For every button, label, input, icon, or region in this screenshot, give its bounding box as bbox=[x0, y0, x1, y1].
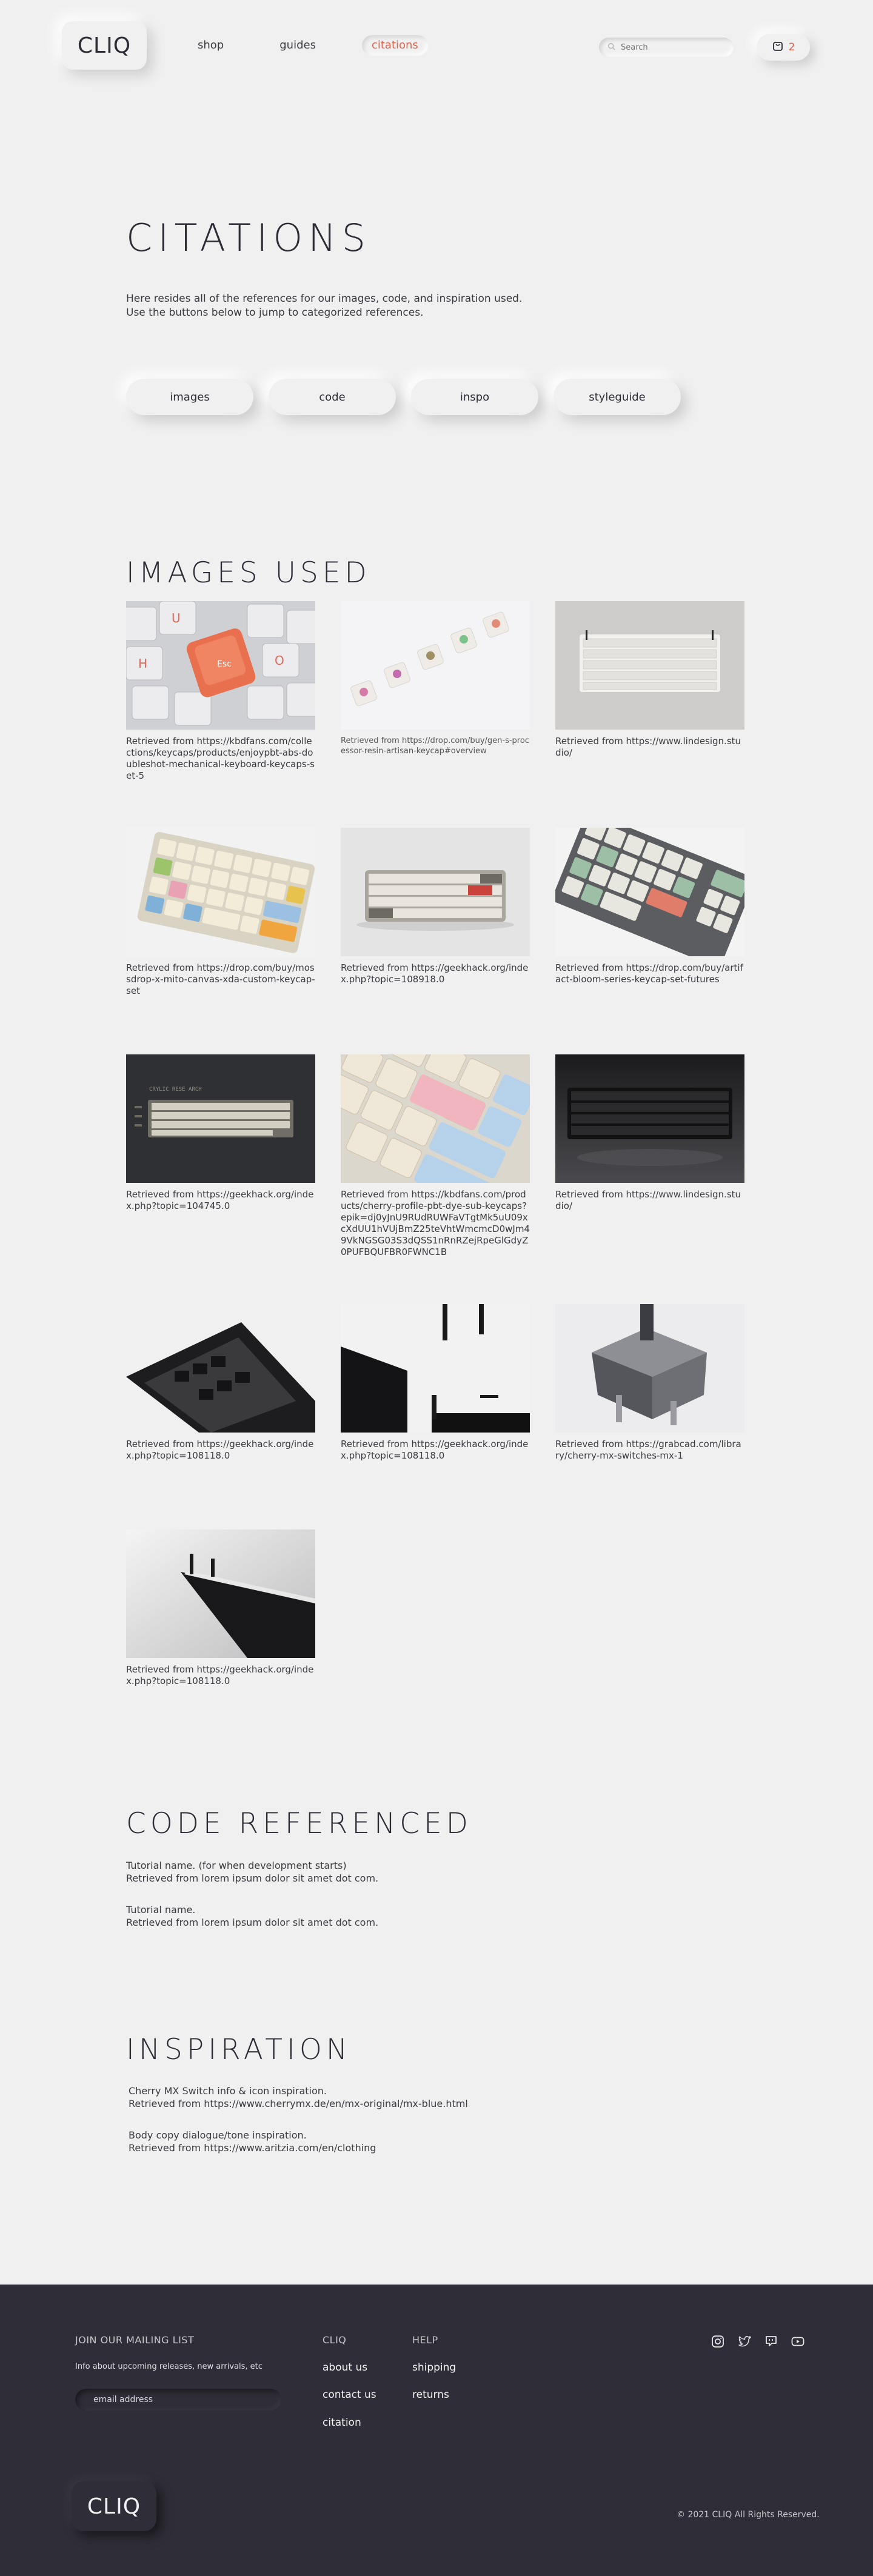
image-caption: Retrieved from https://geekhack.org/inde… bbox=[126, 1439, 314, 1461]
image-card: Retrieved from https://geekhack.org/inde… bbox=[341, 828, 530, 985]
image-caption: Retrieved from https://geekhack.org/inde… bbox=[126, 1189, 314, 1211]
about-us-link[interactable]: about us bbox=[323, 2361, 367, 2374]
code-entry-name: Tutorial name. bbox=[126, 1904, 196, 1915]
email-field[interactable] bbox=[75, 2389, 281, 2411]
artisan-keycap-photo[interactable] bbox=[341, 601, 530, 730]
code-button[interactable]: code bbox=[269, 379, 396, 415]
inspiration-entry: Cherry MX Switch info & icon inspiration… bbox=[129, 2085, 468, 2110]
mailing-list-text: Info about upcoming releases, new arriva… bbox=[75, 2362, 263, 2371]
image-caption: Retrieved from https://kbdfans.com/produ… bbox=[341, 1189, 530, 1257]
page-title: CITATIONS bbox=[126, 216, 371, 260]
image-card: Retrieved from https://drop.com/buy/gen-… bbox=[341, 601, 530, 756]
twitter-icon[interactable] bbox=[736, 2333, 753, 2350]
dark-render-photo[interactable]: CRYLIC RESE ARCH bbox=[126, 1054, 315, 1183]
chat-icon[interactable] bbox=[763, 2333, 780, 2350]
search-icon bbox=[607, 42, 616, 53]
image-caption: Retrieved from https://drop.com/buy/gen-… bbox=[341, 736, 529, 756]
plate-render-photo[interactable] bbox=[126, 1529, 315, 1658]
site-footer: JOIN OUR MAILING LIST Info about upcomin… bbox=[0, 2285, 873, 2576]
image-caption: Retrieved from https://drop.com/buy/moss… bbox=[126, 962, 315, 996]
image-card: Retrieved from https://www.lindesign.stu… bbox=[555, 1054, 744, 1212]
intro-text: Here resides all of the references for o… bbox=[126, 292, 522, 320]
bloom-keycaps-photo[interactable] bbox=[555, 828, 744, 956]
inspiration-entry-source: Retrieved from https://www.cherrymx.de/e… bbox=[129, 2098, 468, 2109]
image-card: Esc H O U Retrieved from https://kbdfans.c… bbox=[126, 601, 315, 782]
cherry-keycaps-photo[interactable] bbox=[341, 1054, 530, 1183]
code-entry-source: Retrieved from lorem ipsum dolor sit ame… bbox=[126, 1917, 379, 1928]
nav-shop[interactable]: shop bbox=[188, 35, 233, 56]
black-keyboard-photo[interactable] bbox=[555, 1054, 744, 1183]
shipping-link[interactable]: shipping bbox=[412, 2361, 456, 2374]
cart-count: 2 bbox=[788, 41, 795, 53]
nav-citations[interactable]: citations bbox=[361, 35, 428, 56]
footer-logo[interactable]: CLIQ bbox=[72, 2481, 156, 2531]
contact-us-link[interactable]: contact us bbox=[323, 2389, 376, 2401]
instagram-icon[interactable] bbox=[709, 2333, 726, 2350]
svg-text:CRYLIC RESE ARCH: CRYLIC RESE ARCH bbox=[149, 1087, 202, 1093]
jump-buttons: images code inspo styleguide bbox=[126, 379, 681, 415]
case-render-photo[interactable] bbox=[126, 1304, 315, 1433]
image-caption: Retrieved from https://www.lindesign.stu… bbox=[555, 736, 741, 758]
keyboard-photo[interactable] bbox=[555, 601, 744, 730]
logo[interactable]: CLIQ bbox=[62, 21, 147, 70]
retro-keyboard-photo[interactable] bbox=[341, 828, 530, 956]
image-caption: Retrieved from https://geekhack.org/inde… bbox=[341, 962, 529, 985]
image-caption: Retrieved from https://geekhack.org/inde… bbox=[126, 1664, 314, 1686]
keycap-photo[interactable]: Esc H O U bbox=[126, 601, 315, 730]
svg-text:H: H bbox=[138, 656, 147, 671]
code-entry-name: Tutorial name. (for when development sta… bbox=[126, 1860, 347, 1871]
images-section-title: IMAGES USED bbox=[126, 556, 371, 590]
site-header: CLIQ shop guides citations 2 bbox=[0, 0, 873, 91]
citation-link[interactable]: citation bbox=[323, 2417, 361, 2429]
code-entry-source: Retrieved from lorem ipsum dolor sit ame… bbox=[126, 1872, 379, 1884]
code-entry: Tutorial name. Retrieved from lorem ipsu… bbox=[126, 1903, 378, 1929]
image-card: Retrieved from https://www.lindesign.stu… bbox=[555, 601, 744, 759]
code-section-title: CODE REFERENCED bbox=[126, 1807, 472, 1840]
search-input[interactable] bbox=[621, 42, 724, 52]
footer-cliq-heading: CLIQ bbox=[323, 2334, 347, 2346]
cart-button[interactable]: 2 bbox=[757, 34, 810, 61]
intro-line-2: Use the buttons below to jump to categor… bbox=[126, 307, 424, 319]
images-button[interactable]: images bbox=[126, 379, 253, 415]
image-card: Retrieved from https://geekhack.org/inde… bbox=[126, 1304, 315, 1462]
inspiration-entry-name: Cherry MX Switch info & icon inspiration… bbox=[129, 2085, 327, 2097]
svg-text:O: O bbox=[275, 653, 284, 668]
main-nav: shop guides citations bbox=[188, 35, 464, 56]
image-card: Retrieved from https://drop.com/buy/arti… bbox=[555, 828, 744, 985]
image-card: Retrieved from https://geekhack.org/inde… bbox=[126, 1529, 315, 1687]
inspiration-section-title: INSPIRATION bbox=[126, 2033, 352, 2066]
search-bar[interactable] bbox=[599, 38, 734, 57]
code-entry: Tutorial name. (for when development sta… bbox=[126, 1859, 378, 1885]
image-caption: Retrieved from https://drop.com/buy/arti… bbox=[555, 962, 743, 985]
image-card: Retrieved from https://geekhack.org/inde… bbox=[341, 1304, 530, 1462]
inspiration-entry-name: Body copy dialogue/tone inspiration. bbox=[129, 2129, 307, 2141]
mx-switch-render-photo[interactable] bbox=[555, 1304, 744, 1433]
canvas-keycaps-photo[interactable] bbox=[126, 828, 315, 956]
image-card: Retrieved from https://grabcad.com/libra… bbox=[555, 1304, 744, 1462]
inspiration-entry: Body copy dialogue/tone inspiration. Ret… bbox=[129, 2129, 376, 2154]
image-caption: Retrieved from https://kbdfans.com/colle… bbox=[126, 736, 315, 781]
copyright-text: © 2021 CLIQ All Rights Reserved. bbox=[677, 2510, 820, 2520]
styleguide-button[interactable]: styleguide bbox=[554, 379, 681, 415]
intro-line-1: Here resides all of the references for o… bbox=[126, 293, 523, 305]
image-caption: Retrieved from https://grabcad.com/libra… bbox=[555, 1439, 741, 1461]
image-card: CRYLIC RESE ARCH Retrieved from https://… bbox=[126, 1054, 315, 1212]
returns-link[interactable]: returns bbox=[412, 2389, 449, 2401]
image-card: Retrieved from https://drop.com/buy/moss… bbox=[126, 828, 315, 997]
youtube-icon[interactable] bbox=[789, 2333, 806, 2350]
inspiration-entry-source: Retrieved from https://www.aritzia.com/e… bbox=[129, 2142, 376, 2154]
nav-guides[interactable]: guides bbox=[270, 35, 326, 56]
cart-icon bbox=[772, 40, 784, 55]
image-card: Retrieved from https://kbdfans.com/produ… bbox=[341, 1054, 530, 1258]
svg-text:Esc: Esc bbox=[217, 659, 232, 669]
inspo-button[interactable]: inspo bbox=[411, 379, 538, 415]
mailing-list-heading: JOIN OUR MAILING LIST bbox=[75, 2334, 195, 2346]
footer-help-heading: HELP bbox=[412, 2334, 438, 2346]
frame-render-photo[interactable] bbox=[341, 1304, 530, 1433]
svg-text:U: U bbox=[172, 611, 181, 625]
image-caption: Retrieved from https://geekhack.org/inde… bbox=[341, 1439, 529, 1461]
image-caption: Retrieved from https://www.lindesign.stu… bbox=[555, 1189, 741, 1211]
social-links bbox=[709, 2333, 806, 2350]
